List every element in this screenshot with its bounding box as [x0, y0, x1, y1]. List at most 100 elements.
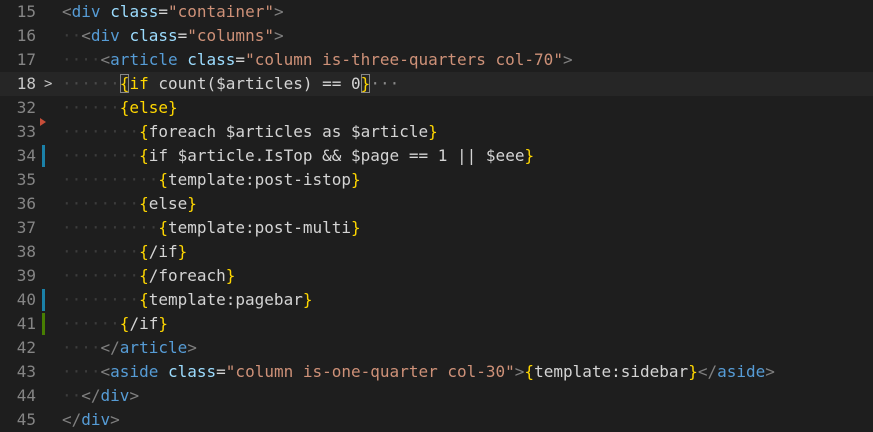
code-text[interactable]: ········{if $article.IsTop && $page == 1… [62, 144, 534, 168]
code-text[interactable]: ······{else} [62, 96, 178, 120]
gutter-modified-marker[interactable] [42, 289, 45, 311]
token-txt: /if [129, 314, 159, 333]
token-txt: template:pagebar [148, 290, 303, 309]
token-ws [312, 146, 322, 165]
token-angle: < [81, 26, 91, 45]
line-number: 37 [16, 218, 36, 237]
token-kw: { [139, 122, 149, 141]
token-angle: < [100, 362, 111, 381]
code-text[interactable]: ··<div class="columns"> [62, 24, 284, 48]
code-line[interactable]: 35 ··········{template:post-istop} [0, 168, 873, 192]
token-kw: } [302, 290, 313, 309]
code-line[interactable]: 33 ········{foreach $articles as $article… [0, 118, 873, 144]
code-line[interactable]: 34 ········{if $article.IsTop && $page ==… [0, 144, 873, 168]
code-line[interactable]: 40 ········{template:pagebar} [0, 288, 873, 312]
line-number: 38 [16, 242, 36, 261]
code-line[interactable]: 38 ········{/if} [0, 240, 873, 264]
token-attr: class [167, 362, 217, 381]
code-text[interactable]: ····</article> [62, 336, 197, 360]
token-kw: } [524, 146, 535, 165]
token-ws: ········ [62, 194, 140, 213]
token-kw: { [158, 218, 168, 237]
gutter-added-marker[interactable] [42, 313, 45, 335]
token-ws [120, 26, 130, 45]
token-kw: { [139, 146, 149, 165]
code-text[interactable]: ········{foreach $articles as $article} [62, 120, 438, 144]
token-kw: { [139, 266, 149, 285]
token-txt: as [322, 122, 342, 141]
token-ell: ··· [370, 74, 400, 93]
token-angle: > [187, 338, 197, 357]
token-ws: ···· [62, 338, 101, 357]
token-txt: count( [158, 74, 217, 93]
code-text[interactable]: ··········{template:post-istop} [62, 168, 361, 192]
code-text[interactable]: ········{/foreach} [62, 264, 235, 288]
code-line[interactable]: 37 ··········{template:post-multi} [0, 216, 873, 240]
code-text[interactable]: ··········{template:post-multi} [62, 216, 361, 240]
token-str: "column is-three-quarters col-70" [245, 50, 563, 69]
code-line[interactable]: 36 ········{else} [0, 192, 873, 216]
code-text[interactable]: </div> [62, 408, 120, 432]
code-text[interactable]: ··</div> [62, 384, 139, 408]
code-text[interactable]: ····<article class="column is-three-quar… [62, 48, 573, 72]
token-var: $articles [216, 74, 303, 93]
token-angle: </ [62, 410, 82, 429]
code-line[interactable]: 15 <div class="container"> [0, 0, 873, 24]
token-tag: article [119, 338, 188, 357]
token-var: $eee [485, 146, 525, 165]
code-text[interactable]: ········{/if} [62, 240, 187, 264]
token-kw: { [158, 170, 168, 189]
token-ws-sel [341, 74, 351, 93]
token-kw: { [139, 194, 149, 213]
token-ws [216, 122, 226, 141]
token-angle: > [765, 362, 775, 381]
code-text[interactable]: ······{if count($articles) == 0}··· [62, 72, 399, 96]
token-kw: } [351, 170, 361, 189]
token-txt: = [158, 2, 168, 21]
token-txt: 0 [351, 74, 361, 93]
token-kw: {else} [119, 98, 178, 117]
code-line[interactable]: 45 </div> [0, 408, 873, 432]
line-number: 41 [16, 314, 36, 333]
token-angle: </ [100, 338, 120, 357]
token-txt: /if [148, 242, 178, 261]
token-txt: 1 [437, 146, 448, 165]
code-line[interactable]: 17 ····<article class="column is-three-qu… [0, 48, 873, 72]
token-kw: } [428, 122, 438, 141]
token-ws: ········ [62, 242, 140, 261]
code-line[interactable]: 42 ····</article> [0, 336, 873, 360]
gutter-deleted-marker[interactable] [40, 118, 46, 126]
token-txt: template:post-multi [167, 218, 351, 237]
token-ws: ·········· [62, 218, 159, 237]
code-line[interactable]: 44 ··</div> [0, 384, 873, 408]
token-ws: ·········· [62, 170, 159, 189]
code-line[interactable]: 43 ····<aside class="column is-one-quarte… [0, 360, 873, 384]
token-str: "container" [168, 2, 274, 21]
gutter-modified-marker[interactable] [42, 145, 45, 167]
token-txt: if [148, 146, 168, 165]
token-kw: } [158, 314, 168, 333]
fold-chevron-icon[interactable]: > [44, 72, 52, 96]
code-text[interactable]: ········{template:pagebar} [62, 288, 312, 312]
code-text[interactable]: ······{/if} [62, 312, 168, 336]
code-line[interactable]: 41 ······{/if} [0, 312, 873, 336]
token-tag: aside [717, 362, 766, 381]
code-editor[interactable]: 15 <div class="container"> 16 ··<div class=… [0, 0, 873, 432]
token-txt: foreach [148, 122, 217, 141]
code-text[interactable]: ········{else} [62, 192, 197, 216]
token-ws [341, 146, 351, 165]
token-ws: ·· [62, 386, 82, 405]
token-ws [312, 122, 322, 141]
code-text[interactable]: <div class="container"> [62, 0, 284, 24]
token-tag: article [110, 50, 178, 69]
token-kwb: { [119, 74, 130, 93]
token-ws-sel [149, 74, 159, 93]
code-text[interactable]: ····<aside class="column is-one-quarter … [62, 360, 775, 384]
token-ws [101, 2, 111, 21]
line-number: 15 [16, 2, 36, 21]
code-line[interactable]: 16 ··<div class="columns"> [0, 24, 873, 48]
token-txt: = [235, 50, 246, 69]
code-line[interactable]: 32 ······{else} [0, 96, 873, 120]
code-line[interactable]: 39 ········{/foreach} [0, 264, 873, 288]
code-line[interactable]: 18 > ······{if count($articles) == 0}··· [0, 72, 873, 96]
